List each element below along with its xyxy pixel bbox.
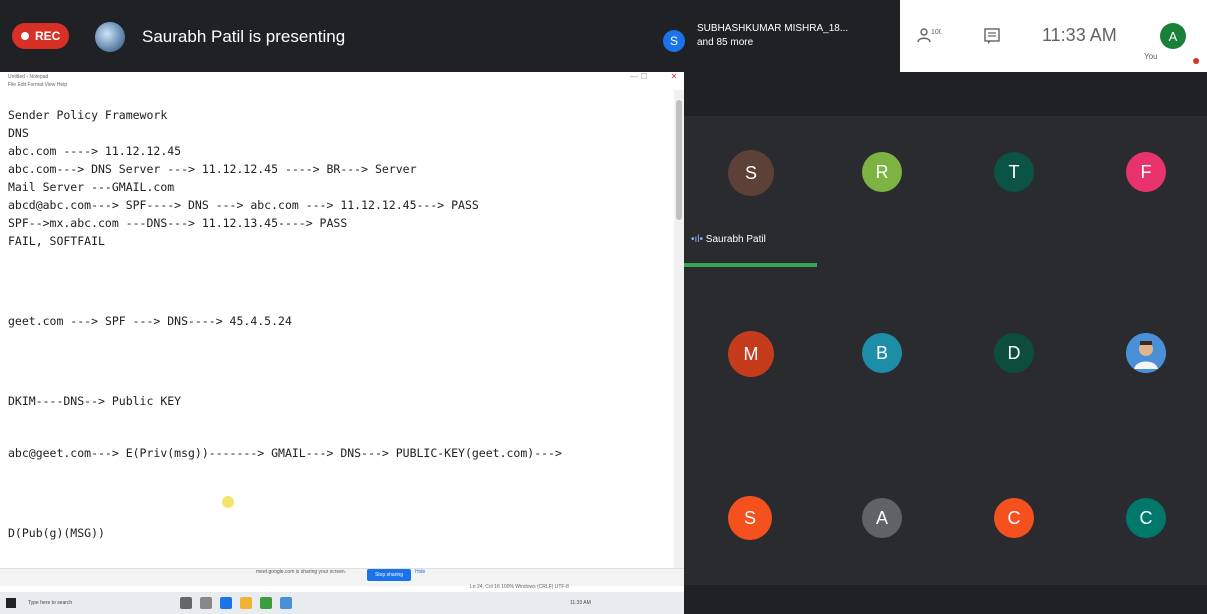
participant-tile[interactable]: C [994, 498, 1034, 538]
participant-tile[interactable]: R [862, 152, 902, 192]
editor-line: DNS [8, 126, 29, 140]
notepad-icon[interactable] [280, 597, 292, 609]
share-message: meet.google.com is sharing your screen. [256, 569, 347, 575]
scrollbar-thumb[interactable] [676, 100, 682, 220]
active-speaker-indicator [684, 263, 817, 267]
participant-tile[interactable]: S [728, 496, 772, 540]
editor-line: abc@geet.com---> E(Priv(msg))-------> GM… [8, 446, 562, 460]
participant-tile[interactable]: F [1126, 152, 1166, 192]
participant-tile[interactable]: C [1126, 498, 1166, 538]
chat-icon[interactable] [983, 27, 1001, 45]
explorer-icon[interactable] [240, 597, 252, 609]
meet-top-bar: REC Saurabh Patil is presenting S SUBHAS… [0, 0, 1207, 72]
editor-line: Sender Policy Framework [8, 108, 168, 122]
editor-line: abc.com ----> 11.12.12.45 [8, 144, 182, 158]
participant-photo[interactable] [1126, 333, 1166, 373]
presentation-banner: REC Saurabh Patil is presenting S SUBHAS… [0, 0, 900, 72]
participant-grid: S R T F •ıl• Saurabh Patil M B D S A C C [684, 72, 1207, 614]
record-dot-icon [21, 32, 29, 40]
taskbar-apps [180, 597, 292, 609]
hide-button[interactable]: Hide [415, 569, 425, 575]
speaker-label: Saurabh Patil [705, 234, 766, 245]
self-avatar[interactable]: A [1160, 23, 1186, 49]
windows-start-icon[interactable] [6, 598, 16, 608]
editor-line: geet.com ---> SPF ---> DNS----> 45.4.5.2… [8, 314, 292, 328]
window-menu: File Edit Format View Help [8, 82, 68, 88]
shared-screen: Untitled - Notepad File Edit Format View… [0, 72, 684, 614]
participant-tile[interactable]: S [728, 150, 774, 196]
grid-row: S A C C [684, 436, 1207, 585]
stop-sharing-button[interactable]: Stop sharing [367, 569, 411, 581]
scrollbar[interactable] [674, 90, 684, 570]
chrome-icon[interactable] [260, 597, 272, 609]
close-icon: ✕ [670, 72, 678, 81]
recording-badge: REC [12, 23, 69, 49]
participants-summary[interactable]: SUBHASHKUMAR MISHRA_18... and 85 more [697, 22, 848, 50]
participant-tile[interactable]: B [862, 333, 902, 373]
editor-status: Ln 24, Col 16 100% Windows (CRLF) UTF-8 [470, 584, 569, 590]
grid-footer [684, 585, 1207, 614]
system-tray: 11:33 AM [570, 600, 591, 606]
notification-icon: ● [1192, 52, 1201, 68]
people-count: 100 [931, 29, 941, 36]
rec-label: REC [35, 29, 61, 43]
presenting-text: Saurabh Patil is presenting [142, 27, 346, 46]
edge-icon[interactable] [220, 597, 232, 609]
participants-line2: and 85 more [697, 37, 754, 48]
participant-tile[interactable]: A [862, 498, 902, 538]
editor-line: abcd@abc.com---> SPF----> DNS ---> abc.c… [8, 198, 479, 212]
participant-tile[interactable]: T [994, 152, 1034, 192]
speaking-icon: •ıl• [691, 234, 704, 245]
editor-line: Mail Server ---GMAIL.com [8, 180, 175, 194]
grid-row: S R T F •ıl• Saurabh Patil [684, 116, 1207, 276]
participant-tile[interactable]: M [728, 331, 774, 377]
cursor-highlight-icon [222, 496, 234, 508]
window-controls-icon: — ☐ [630, 72, 648, 81]
people-icon[interactable]: 100 [917, 26, 941, 44]
windows-taskbar: Type here to search 11:33 AM [0, 592, 684, 614]
editor-line: DKIM----DNS--> Public KEY [8, 394, 182, 408]
presenter-avatar [95, 22, 125, 52]
editor-line: FAIL, SOFTFAIL [8, 234, 105, 248]
taskbar-search[interactable]: Type here to search [28, 600, 72, 606]
person-photo-icon [1126, 333, 1166, 373]
you-label: You [1144, 52, 1158, 61]
participant-tile[interactable]: D [994, 333, 1034, 373]
editor-line: D(Pub(g)(MSG)) [8, 526, 105, 540]
editor-line: SPF-->mx.abc.com ---DNS---> 11.12.13.45-… [8, 216, 348, 230]
participants-line1: SUBHASHKUMAR MISHRA_18... [697, 23, 849, 34]
editor-line: abc.com---> DNS Server ---> 11.12.12.45 … [8, 162, 417, 176]
speaker-name: •ıl• Saurabh Patil [691, 234, 766, 245]
cortana-icon[interactable] [200, 597, 212, 609]
participant-avatar: S [663, 30, 685, 52]
clock-time: 11:33 AM [1042, 25, 1117, 45]
grid-header [684, 72, 1207, 116]
window-title: Untitled - Notepad [8, 74, 49, 80]
task-view-icon[interactable] [180, 597, 192, 609]
grid-row: M B D [684, 276, 1207, 436]
